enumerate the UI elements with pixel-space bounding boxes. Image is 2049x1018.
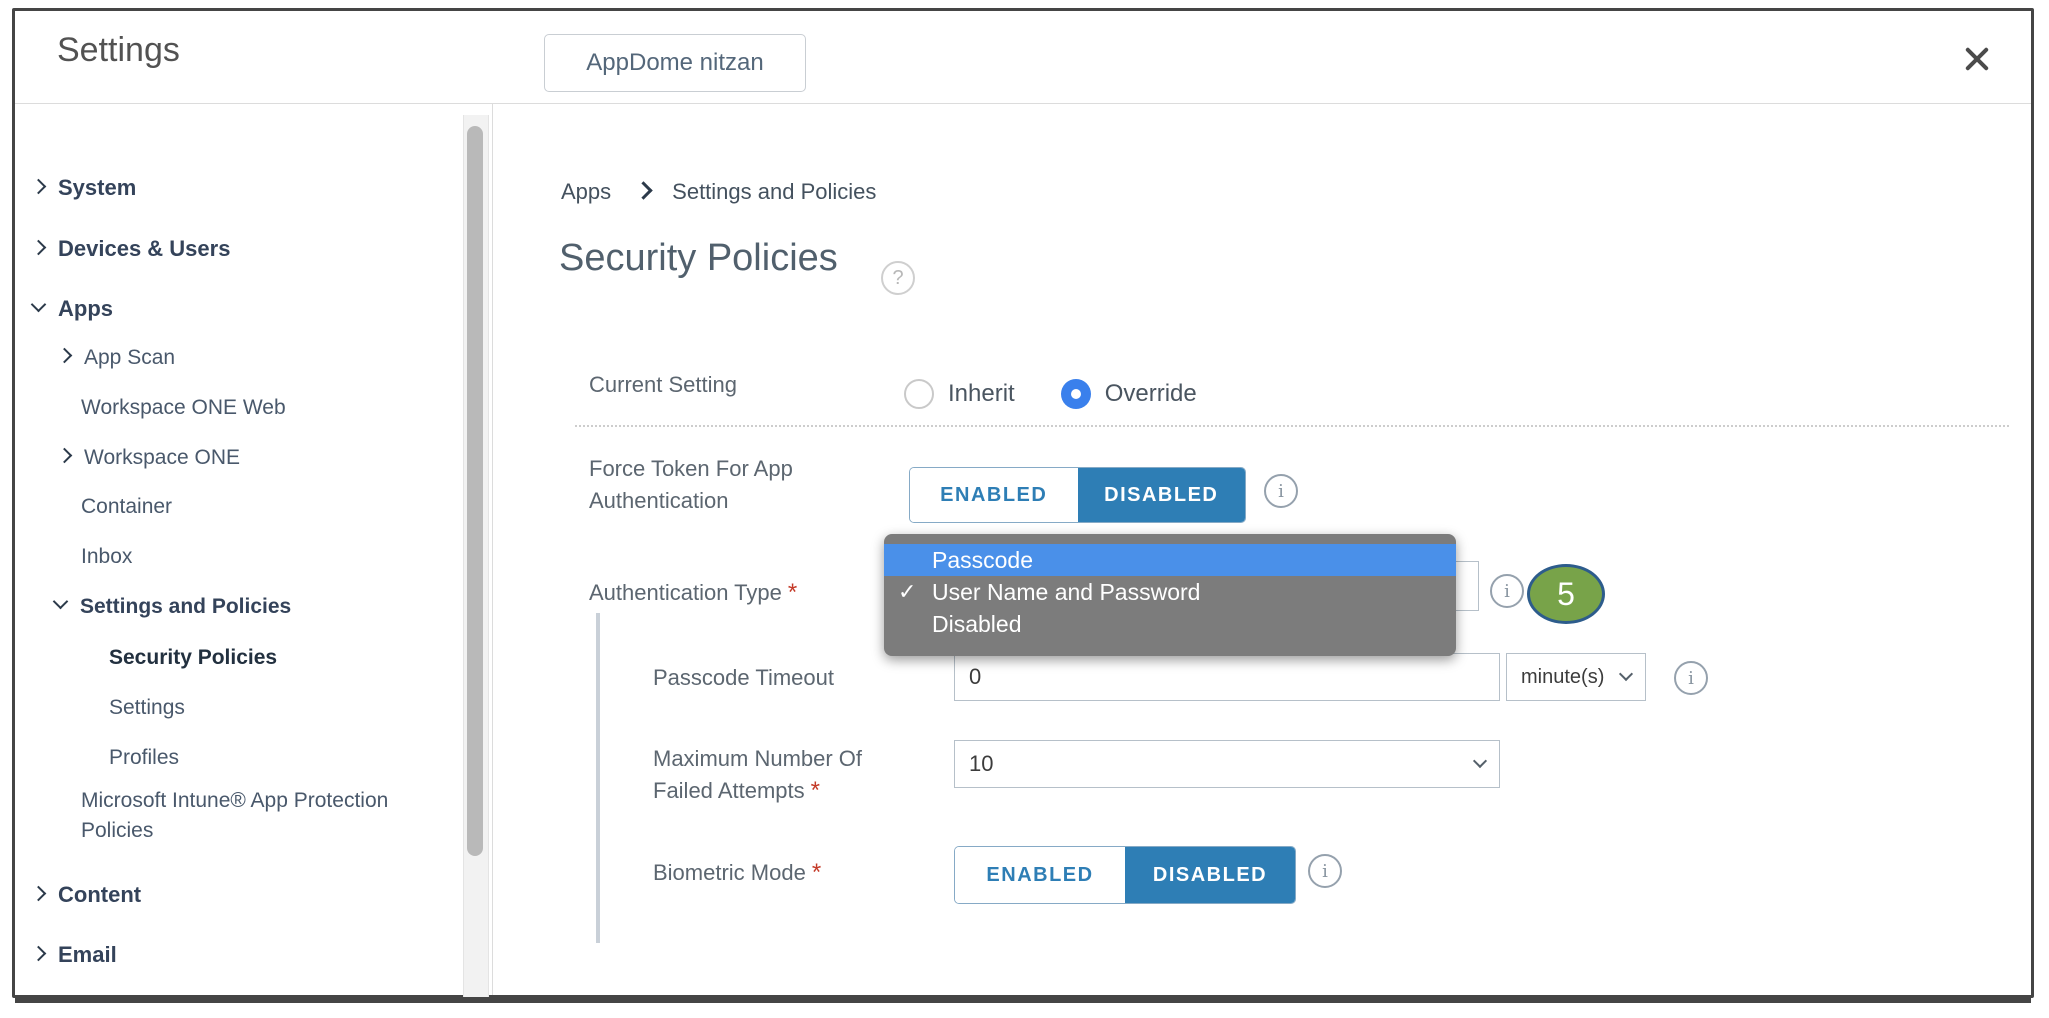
- chevron-right-icon: [31, 886, 47, 902]
- sidebar-item-email[interactable]: Email: [33, 940, 117, 973]
- chevron-down-icon: [53, 594, 69, 610]
- biometric-enabled-option[interactable]: ENABLED: [955, 847, 1125, 903]
- force-token-info-icon[interactable]: i: [1264, 474, 1298, 508]
- passcode-timeout-unit-select[interactable]: minute(s): [1506, 653, 1646, 701]
- chevron-right-icon: [57, 348, 73, 364]
- indent-guide-line: [596, 613, 600, 943]
- current-setting-radios: Inherit Override: [904, 379, 1243, 409]
- check-icon: ✓: [898, 576, 916, 608]
- max-failed-attempts-select[interactable]: 10: [954, 740, 1500, 788]
- chevron-down-icon: [31, 297, 47, 313]
- sidebar-item-devices-users[interactable]: Devices & Users: [33, 234, 230, 267]
- dropdown-option-disabled[interactable]: Disabled: [884, 608, 1456, 640]
- sidebar-item-ms-intune-app-protection[interactable]: Microsoft Intune® App Protection Policie…: [81, 786, 393, 848]
- breadcrumb-apps[interactable]: Apps: [561, 179, 611, 204]
- chevron-right-icon: [31, 179, 47, 195]
- force-token-enabled-option[interactable]: ENABLED: [910, 468, 1078, 522]
- help-icon[interactable]: ?: [881, 261, 915, 295]
- dialog-title: Settings: [57, 31, 180, 70]
- dropdown-option-username-password[interactable]: ✓User Name and Password: [884, 576, 1456, 608]
- breadcrumb: Apps Settings and Policies: [561, 179, 876, 205]
- organization-group-label: AppDome nitzan: [586, 49, 763, 77]
- authentication-type-label: Authentication Type*: [589, 577, 797, 609]
- override-radio[interactable]: [1061, 379, 1091, 409]
- current-setting-label: Current Setting: [589, 369, 737, 401]
- page-title: Security Policies: [559, 237, 838, 280]
- breadcrumb-settings-policies[interactable]: Settings and Policies: [672, 179, 876, 204]
- force-token-label: Force Token For App Authentication: [589, 453, 859, 517]
- section-divider: [575, 425, 2009, 427]
- passcode-timeout-info-icon[interactable]: i: [1674, 661, 1708, 695]
- authentication-type-dropdown: Passcode ✓User Name and Password Disable…: [884, 534, 1456, 656]
- sidebar-item-inbox[interactable]: Inbox: [81, 542, 132, 574]
- breadcrumb-chevron-icon: [634, 181, 652, 199]
- sidebar-item-apps[interactable]: Apps: [33, 294, 113, 327]
- close-icon[interactable]: [1955, 37, 1999, 81]
- sidebar-divider: [492, 103, 493, 995]
- override-label: Override: [1105, 380, 1197, 408]
- sidebar-item-app-scan[interactable]: App Scan: [59, 343, 175, 375]
- biometric-disabled-option[interactable]: DISABLED: [1125, 847, 1295, 903]
- force-token-toggle: ENABLED DISABLED: [909, 467, 1246, 523]
- biometric-mode-toggle: ENABLED DISABLED: [954, 846, 1296, 904]
- sidebar-item-profiles[interactable]: Profiles: [109, 743, 179, 775]
- required-asterisk: *: [812, 859, 821, 886]
- max-failed-attempts-label: Maximum Number Of Failed Attempts*: [653, 743, 903, 807]
- authentication-type-info-icon[interactable]: i: [1490, 574, 1524, 608]
- biometric-mode-info-icon[interactable]: i: [1308, 854, 1342, 888]
- required-asterisk: *: [811, 777, 820, 804]
- inherit-label: Inherit: [948, 380, 1015, 408]
- sidebar-item-security-policies[interactable]: Security Policies: [109, 643, 277, 675]
- passcode-timeout-input[interactable]: [954, 653, 1500, 701]
- screenshot-stage: Settings AppDome nitzan System Devices &…: [0, 0, 2049, 1018]
- sidebar-item-content[interactable]: Content: [33, 880, 141, 913]
- required-asterisk: *: [788, 579, 797, 606]
- chevron-right-icon: [57, 448, 73, 464]
- force-token-disabled-option[interactable]: DISABLED: [1078, 468, 1246, 522]
- chevron-down-icon: [1619, 667, 1633, 681]
- chevron-right-icon: [31, 946, 47, 962]
- chevron-down-icon: [1473, 754, 1487, 768]
- sidebar-item-workspace-one[interactable]: Workspace ONE: [59, 443, 240, 475]
- chevron-right-icon: [31, 240, 47, 256]
- inherit-radio[interactable]: [904, 379, 934, 409]
- sidebar-scrollbar-thumb[interactable]: [467, 126, 483, 856]
- sidebar-item-container[interactable]: Container: [81, 492, 172, 524]
- passcode-timeout-label: Passcode Timeout: [653, 662, 834, 694]
- settings-dialog: Settings AppDome nitzan System Devices &…: [12, 8, 2034, 998]
- sidebar-item-system[interactable]: System: [33, 173, 136, 206]
- dropdown-option-passcode[interactable]: Passcode: [884, 544, 1456, 576]
- sidebar-item-settings-and-policies[interactable]: Settings and Policies: [55, 592, 291, 624]
- dialog-header: Settings AppDome nitzan: [15, 11, 2031, 104]
- annotation-badge-5: 5: [1527, 564, 1605, 624]
- organization-group-button[interactable]: AppDome nitzan: [544, 34, 806, 92]
- biometric-mode-label: Biometric Mode*: [653, 857, 821, 889]
- sidebar-item-workspace-one-web[interactable]: Workspace ONE Web: [81, 393, 286, 425]
- sidebar-item-settings[interactable]: Settings: [109, 693, 185, 725]
